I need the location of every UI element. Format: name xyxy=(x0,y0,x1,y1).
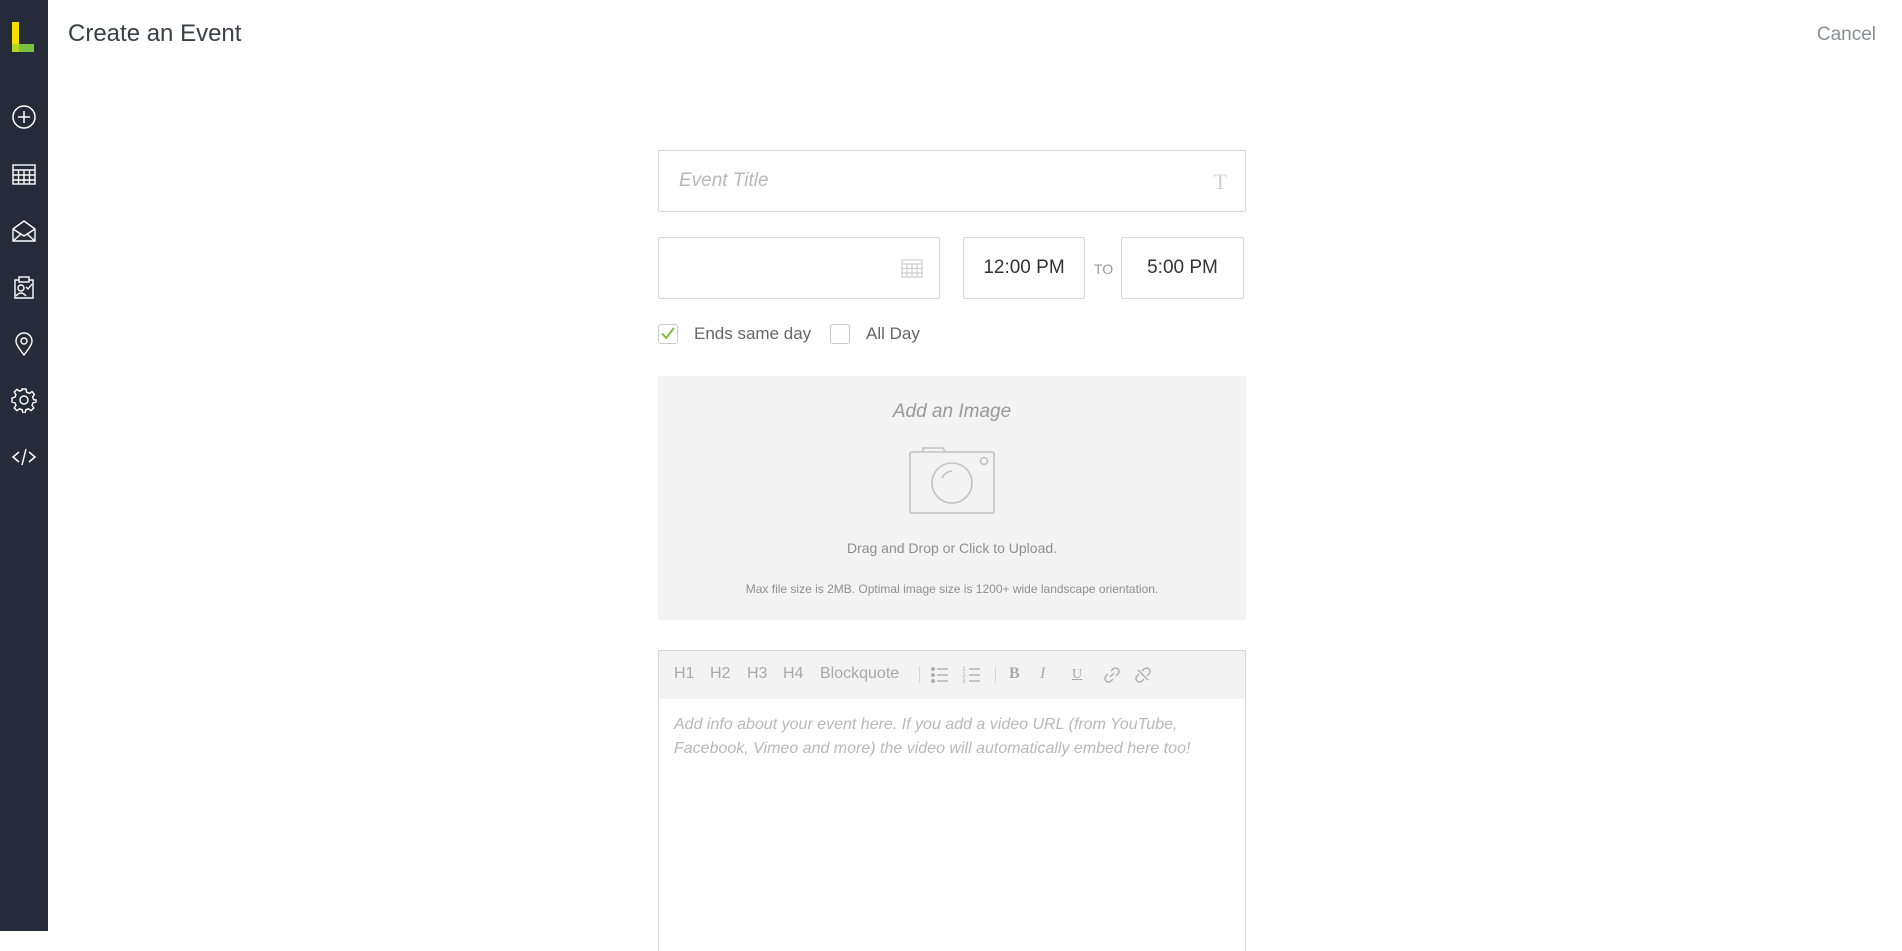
settings-nav[interactable] xyxy=(9,385,39,415)
ends-same-day-label: Ends same day xyxy=(694,324,812,343)
italic-button[interactable]: I xyxy=(1040,665,1045,683)
bullet-list-icon[interactable] xyxy=(930,665,950,685)
text-icon: T xyxy=(1213,169,1227,194)
brand-logo[interactable] xyxy=(12,22,34,52)
editor-toolbar: H1 H2 H3 H4 Blockquote 1 2 3 B I U xyxy=(659,651,1245,699)
ends-same-day-option[interactable]: Ends same day xyxy=(658,324,811,344)
code-icon xyxy=(11,448,37,466)
heading-1-button[interactable]: H1 xyxy=(674,665,694,683)
time-range-separator: TO xyxy=(1094,261,1114,277)
link-icon[interactable] xyxy=(1102,665,1122,685)
reports-nav[interactable] xyxy=(9,272,39,302)
ends-same-day-checkbox[interactable] xyxy=(658,324,678,344)
all-day-label: All Day xyxy=(866,324,920,343)
heading-4-button[interactable]: H4 xyxy=(783,665,803,683)
gear-icon xyxy=(11,388,37,413)
event-title-field[interactable]: T xyxy=(658,150,1246,212)
upload-title: Add an Image xyxy=(892,401,1012,422)
upload-size-note: Max file size is 2MB. Optimal image size… xyxy=(745,582,1159,596)
underline-button[interactable]: U xyxy=(1072,667,1082,683)
embed-code-nav[interactable] xyxy=(9,442,39,472)
location-pin-icon xyxy=(15,332,33,357)
toolbar-divider xyxy=(995,667,996,683)
checkmark-icon xyxy=(661,327,675,340)
start-time-field[interactable]: 12:00 PM xyxy=(963,237,1085,299)
event-date-field[interactable] xyxy=(658,237,940,299)
unlink-icon[interactable] xyxy=(1133,665,1153,685)
heading-3-button[interactable]: H3 xyxy=(747,665,767,683)
event-title-input[interactable] xyxy=(677,151,1201,211)
end-time-field[interactable]: 5:00 PM xyxy=(1121,237,1244,299)
envelope-icon xyxy=(12,220,36,242)
heading-2-button[interactable]: H2 xyxy=(710,665,730,683)
calendar-icon xyxy=(901,259,923,278)
description-editor: H1 H2 H3 H4 Blockquote 1 2 3 B I U Add i… xyxy=(658,650,1246,951)
all-day-option[interactable]: All Day xyxy=(830,324,920,344)
create-event-nav[interactable] xyxy=(9,102,39,132)
toolbar-divider xyxy=(919,667,920,683)
svg-text:3: 3 xyxy=(962,678,966,685)
camera-icon xyxy=(909,447,995,514)
all-day-checkbox[interactable] xyxy=(830,324,850,344)
bold-button[interactable]: B xyxy=(1009,665,1020,683)
image-upload-dropzone[interactable]: Add an Image Drag and Drop or Click to U… xyxy=(658,376,1246,620)
description-input[interactable]: Add info about your event here. If you a… xyxy=(674,713,1230,761)
calendar-nav[interactable] xyxy=(9,159,39,189)
messages-nav[interactable] xyxy=(9,216,39,246)
clipboard-check-icon xyxy=(14,276,34,299)
blockquote-button[interactable]: Blockquote xyxy=(820,665,899,683)
locations-nav[interactable] xyxy=(9,329,39,359)
upload-hint: Drag and Drop or Click to Upload. xyxy=(846,540,1058,556)
calendar-grid-icon xyxy=(12,164,36,185)
numbered-list-icon[interactable]: 1 2 3 xyxy=(962,665,982,685)
page-title: Create an Event xyxy=(68,20,242,47)
sidebar xyxy=(0,0,48,931)
plus-circle-icon xyxy=(12,105,36,129)
cancel-button[interactable]: Cancel xyxy=(1817,24,1876,46)
